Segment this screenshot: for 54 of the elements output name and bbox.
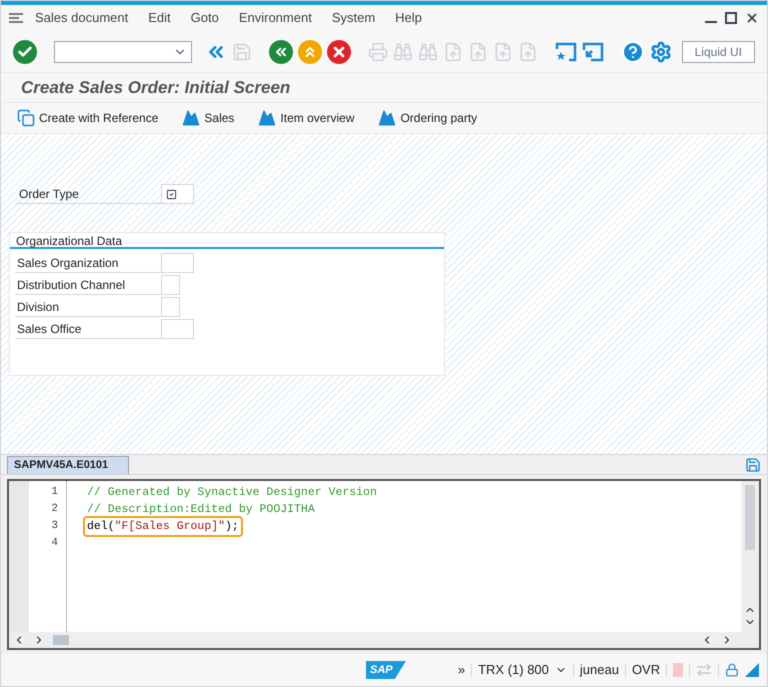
line-number: 1 xyxy=(51,485,58,500)
group-title: Organizational Data xyxy=(10,233,444,249)
enter-icon[interactable] xyxy=(13,40,37,64)
line-number: 3 xyxy=(51,519,58,534)
maximize-icon[interactable] xyxy=(725,12,737,24)
menu-item[interactable]: Goto xyxy=(190,8,219,28)
expand-status[interactable]: » xyxy=(458,660,466,680)
scrollbar-thumb[interactable] xyxy=(745,485,755,550)
mountain-icon xyxy=(258,109,276,127)
user-name: juneau xyxy=(580,661,619,680)
mountain-icon xyxy=(378,109,396,127)
menu-item[interactable]: Edit xyxy=(148,8,171,28)
input-field[interactable] xyxy=(161,253,194,273)
input-field[interactable] xyxy=(161,275,180,295)
menu-item[interactable]: Sales document xyxy=(35,8,128,28)
close-icon[interactable] xyxy=(745,11,759,25)
line-number: 2 xyxy=(51,502,58,517)
toolbar-button[interactable]: Sales xyxy=(182,109,234,127)
arrows-icon xyxy=(696,664,712,676)
new-window-icon[interactable] xyxy=(555,40,577,62)
flag-icon xyxy=(673,663,684,677)
lock-icon[interactable] xyxy=(725,663,740,677)
menu-item[interactable]: Environment xyxy=(238,8,312,28)
checklist-icon xyxy=(166,188,177,200)
code-line: // Generated by Synactive Designer Version xyxy=(86,484,378,501)
toolbar-button[interactable]: Ordering party xyxy=(378,109,478,127)
sap-logo: SAP xyxy=(366,661,406,679)
toolbar-button[interactable]: Item overview xyxy=(258,109,354,127)
menu-icon[interactable] xyxy=(9,12,23,24)
toolbar-button[interactable]: Create with Reference xyxy=(17,109,158,127)
copy-icon xyxy=(17,109,35,127)
help-icon[interactable] xyxy=(621,40,645,64)
back-icon[interactable] xyxy=(269,40,293,64)
input-field[interactable] xyxy=(161,319,194,339)
mountain-icon xyxy=(182,109,200,127)
code-line: // Description:Edited by POOJITHA xyxy=(86,502,316,518)
shortcut-window-icon[interactable] xyxy=(582,40,604,62)
settings-icon[interactable] xyxy=(650,40,672,62)
order-type-field[interactable] xyxy=(161,184,194,204)
liquid-ui-button[interactable]: Liquid UI xyxy=(682,40,755,62)
resize-grip-icon[interactable] xyxy=(745,663,759,677)
insert-mode[interactable]: OVR xyxy=(632,660,660,680)
command-field[interactable] xyxy=(54,40,192,62)
line-number: 4 xyxy=(51,536,58,551)
menu-item[interactable]: Help xyxy=(395,8,422,28)
save-icon[interactable] xyxy=(745,457,761,473)
editor-tab[interactable]: SAPMV45A.E0101 xyxy=(7,456,129,474)
input-field[interactable] xyxy=(161,297,180,317)
scrollbar-thumb[interactable] xyxy=(53,635,69,645)
system-info[interactable]: TRX (1) 800 xyxy=(478,660,549,680)
exit-icon[interactable] xyxy=(298,40,322,64)
menu-item[interactable]: System xyxy=(332,8,376,28)
cancel-icon[interactable] xyxy=(327,40,351,64)
screen-title: Create Sales Order: Initial Screen xyxy=(1,73,767,103)
